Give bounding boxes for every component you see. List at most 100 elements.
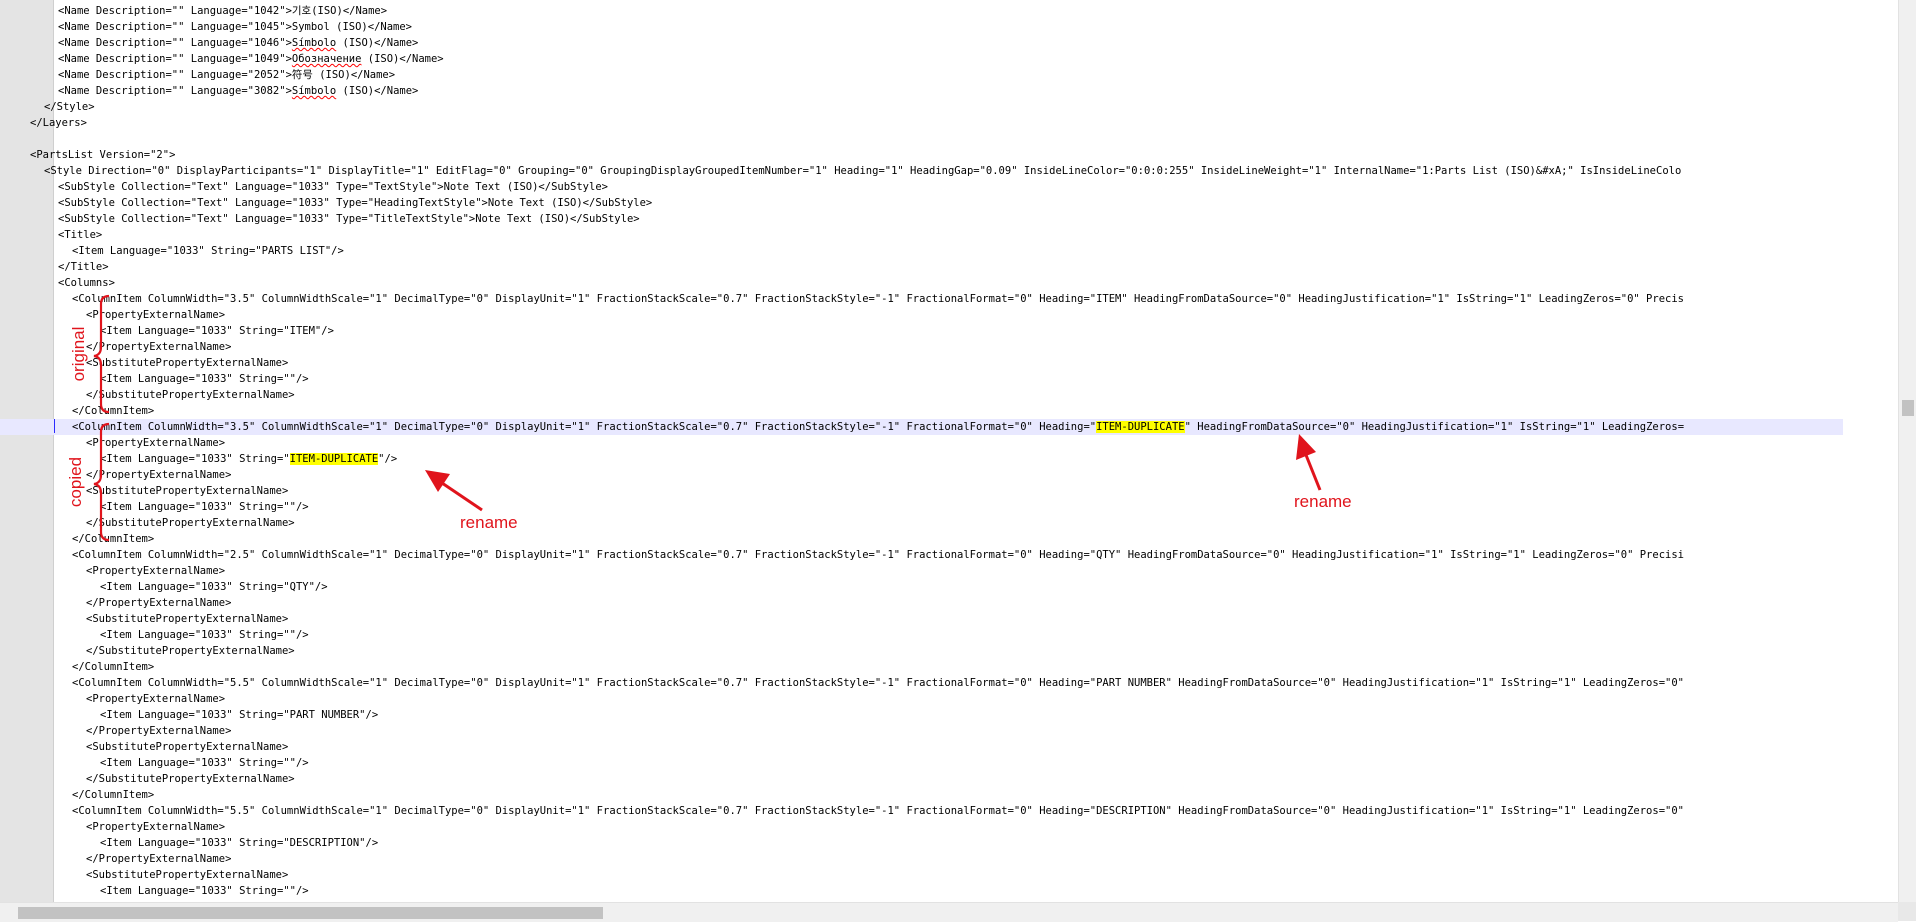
- line-code: </Style>: [44, 101, 95, 113]
- line-code: </SubstitutePropertyExternalName>: [86, 645, 295, 657]
- code-line[interactable]: 5200</PropertyExternalName>: [0, 467, 1843, 483]
- code-line[interactable]: 5179: [0, 131, 1843, 147]
- code-line[interactable]: 5212</ColumnItem>: [0, 659, 1843, 675]
- line-code: <PropertyExternalName>: [86, 565, 226, 577]
- code-line[interactable]: 5173<Name Description="" Language="1046"…: [0, 35, 1843, 51]
- code-line[interactable]: 5185<Title>: [0, 227, 1843, 243]
- code-line[interactable]: 5203</SubstitutePropertyExternalName>: [0, 515, 1843, 531]
- horizontal-scrollbar[interactable]: [0, 902, 1898, 922]
- code-line[interactable]: 5217<SubstitutePropertyExternalName>: [0, 739, 1843, 755]
- code-line[interactable]: 5175<Name Description="" Language="2052"…: [0, 67, 1843, 83]
- line-code: <Name Description="" Language="1045">Sym…: [58, 21, 413, 33]
- line-code: <SubstitutePropertyExternalName>: [86, 357, 289, 369]
- line-code: </SubstitutePropertyExternalName>: [86, 389, 295, 401]
- line-code: <Item Language="1033" String="PARTS LIST…: [72, 245, 344, 257]
- code-line[interactable]: 5171<Name Description="" Language="1042"…: [0, 3, 1843, 19]
- line-code: <Item Language="1033" String="ITEM-DUPLI…: [100, 451, 397, 467]
- line-code: <Item Language="1033" String="DESCRIPTIO…: [100, 837, 379, 849]
- line-code: <Name Description="" Language="1046">Sím…: [58, 35, 418, 51]
- code-text: <ColumnItem ColumnWidth="3.5" ColumnWidt…: [72, 421, 1097, 433]
- line-code: <SubStyle Collection="Text" Language="10…: [58, 197, 653, 209]
- line-code: <Name Description="" Language="3082">Sím…: [58, 83, 418, 99]
- code-line[interactable]: 5191<Item Language="1033" String="ITEM"/…: [0, 323, 1843, 339]
- code-text: " HeadingFromDataSource="0" HeadingJusti…: [1184, 421, 1685, 433]
- code-line[interactable]: 5176<Name Description="" Language="3082"…: [0, 83, 1843, 99]
- code-text: "/>: [378, 453, 398, 465]
- line-code: <Item Language="1033" String=""/>: [100, 629, 309, 641]
- line-code: <PropertyExternalName>: [86, 693, 226, 705]
- code-text: (ISO)</Name>: [336, 37, 419, 49]
- code-line[interactable]: 5223<Item Language="1033" String="DESCRI…: [0, 835, 1843, 851]
- code-line[interactable]: 5177</Style>: [0, 99, 1843, 115]
- code-line[interactable]: 5178</Layers>: [0, 115, 1843, 131]
- code-line[interactable]: 5186<Item Language="1033" String="PARTS …: [0, 243, 1843, 259]
- line-code: <Item Language="1033" String=""/>: [100, 501, 309, 513]
- line-code: </Layers>: [30, 117, 87, 129]
- code-line[interactable]: 5181<Style Direction="0" DisplayParticip…: [0, 163, 1843, 179]
- code-line[interactable]: 5192</PropertyExternalName>: [0, 339, 1843, 355]
- code-text: <Name Description="" Language="1049">: [58, 53, 292, 65]
- code-line[interactable]: 5214<PropertyExternalName>: [0, 691, 1843, 707]
- code-line[interactable]: 5222<PropertyExternalName>: [0, 819, 1843, 835]
- code-line[interactable]: 5180<PartsList Version="2">: [0, 147, 1843, 163]
- code-line[interactable]: 5216</PropertyExternalName>: [0, 723, 1843, 739]
- line-code: <Name Description="" Language="1042">기호(…: [58, 5, 388, 17]
- code-line[interactable]: 5225<SubstitutePropertyExternalName>: [0, 867, 1843, 883]
- line-code: <ColumnItem ColumnWidth="2.5" ColumnWidt…: [72, 549, 1684, 561]
- text-caret: [54, 419, 55, 433]
- line-code: <ColumnItem ColumnWidth="3.5" ColumnWidt…: [72, 419, 1684, 435]
- code-line[interactable]: 5190<PropertyExternalName>: [0, 307, 1843, 323]
- code-line[interactable]: 5194<Item Language="1033" String=""/>: [0, 371, 1843, 387]
- line-code: </PropertyExternalName>: [86, 469, 232, 481]
- code-line[interactable]: 5188<Columns>: [0, 275, 1843, 291]
- code-line-current[interactable]: 5197<ColumnItem ColumnWidth="3.5" Column…: [0, 419, 1843, 435]
- code-line[interactable]: 5199<Item Language="1033" String="ITEM-D…: [0, 451, 1843, 467]
- code-line[interactable]: 5208</PropertyExternalName>: [0, 595, 1843, 611]
- code-line[interactable]: 5221<ColumnItem ColumnWidth="5.5" Column…: [0, 803, 1843, 819]
- code-line[interactable]: 5215<Item Language="1033" String="PART N…: [0, 707, 1843, 723]
- code-line[interactable]: 5205<ColumnItem ColumnWidth="2.5" Column…: [0, 547, 1843, 563]
- code-line[interactable]: 5193<SubstitutePropertyExternalName>: [0, 355, 1843, 371]
- code-line[interactable]: 5202<Item Language="1033" String=""/>: [0, 499, 1843, 515]
- line-code: <SubstitutePropertyExternalName>: [86, 869, 289, 881]
- code-line[interactable]: 5218<Item Language="1033" String=""/>: [0, 755, 1843, 771]
- code-line[interactable]: 5182<SubStyle Collection="Text" Language…: [0, 179, 1843, 195]
- code-line[interactable]: 5213<ColumnItem ColumnWidth="5.5" Column…: [0, 675, 1843, 691]
- code-line[interactable]: 5195</SubstitutePropertyExternalName>: [0, 387, 1843, 403]
- vertical-scrollbar[interactable]: [1898, 0, 1916, 902]
- code-line[interactable]: 5174<Name Description="" Language="1049"…: [0, 51, 1843, 67]
- code-line[interactable]: 5211</SubstitutePropertyExternalName>: [0, 643, 1843, 659]
- horizontal-scrollbar-thumb[interactable]: [18, 907, 603, 919]
- code-line[interactable]: 5219</SubstitutePropertyExternalName>: [0, 771, 1843, 787]
- code-line[interactable]: 5196</ColumnItem>: [0, 403, 1843, 419]
- spellcheck-word: Обозначение: [291, 53, 362, 65]
- code-line[interactable]: 5189<ColumnItem ColumnWidth="3.5" Column…: [0, 291, 1843, 307]
- code-line[interactable]: 5198<PropertyExternalName>: [0, 435, 1843, 451]
- code-line[interactable]: 5210<Item Language="1033" String=""/>: [0, 627, 1843, 643]
- code-line[interactable]: 5207<Item Language="1033" String="QTY"/>: [0, 579, 1843, 595]
- code-line[interactable]: 5187</Title>: [0, 259, 1843, 275]
- code-text: (ISO)</Name>: [336, 85, 419, 97]
- code-line[interactable]: 5172<Name Description="" Language="1045"…: [0, 19, 1843, 35]
- highlighted-text: ITEM-DUPLICATE: [1096, 421, 1185, 433]
- code-line[interactable]: 5183<SubStyle Collection="Text" Language…: [0, 195, 1843, 211]
- line-code: </PropertyExternalName>: [86, 853, 232, 865]
- code-line[interactable]: 5184<SubStyle Collection="Text" Language…: [0, 211, 1843, 227]
- code-line[interactable]: 5206<PropertyExternalName>: [0, 563, 1843, 579]
- vertical-scrollbar-thumb[interactable]: [1902, 400, 1914, 416]
- xml-editor[interactable]: 5171<Name Description="" Language="1042"…: [0, 0, 1916, 922]
- code-line[interactable]: 5201<SubstitutePropertyExternalName>: [0, 483, 1843, 499]
- spellcheck-word: Símbolo: [291, 37, 337, 49]
- line-code: <ColumnItem ColumnWidth="3.5" ColumnWidt…: [72, 293, 1684, 305]
- code-line[interactable]: 5226<Item Language="1033" String=""/>: [0, 883, 1843, 899]
- line-code: <SubStyle Collection="Text" Language="10…: [58, 213, 640, 225]
- code-line[interactable]: 5220</ColumnItem>: [0, 787, 1843, 803]
- line-code: <SubstitutePropertyExternalName>: [86, 741, 289, 753]
- code-line[interactable]: 5204</ColumnItem>: [0, 531, 1843, 547]
- code-line[interactable]: 5224</PropertyExternalName>: [0, 851, 1843, 867]
- line-code: <PropertyExternalName>: [86, 821, 226, 833]
- code-text-area[interactable]: 5171<Name Description="" Language="1042"…: [0, 0, 1897, 902]
- code-text: <Name Description="" Language="1046">: [58, 37, 292, 49]
- code-line[interactable]: 5209<SubstitutePropertyExternalName>: [0, 611, 1843, 627]
- line-code: <Columns>: [58, 277, 115, 289]
